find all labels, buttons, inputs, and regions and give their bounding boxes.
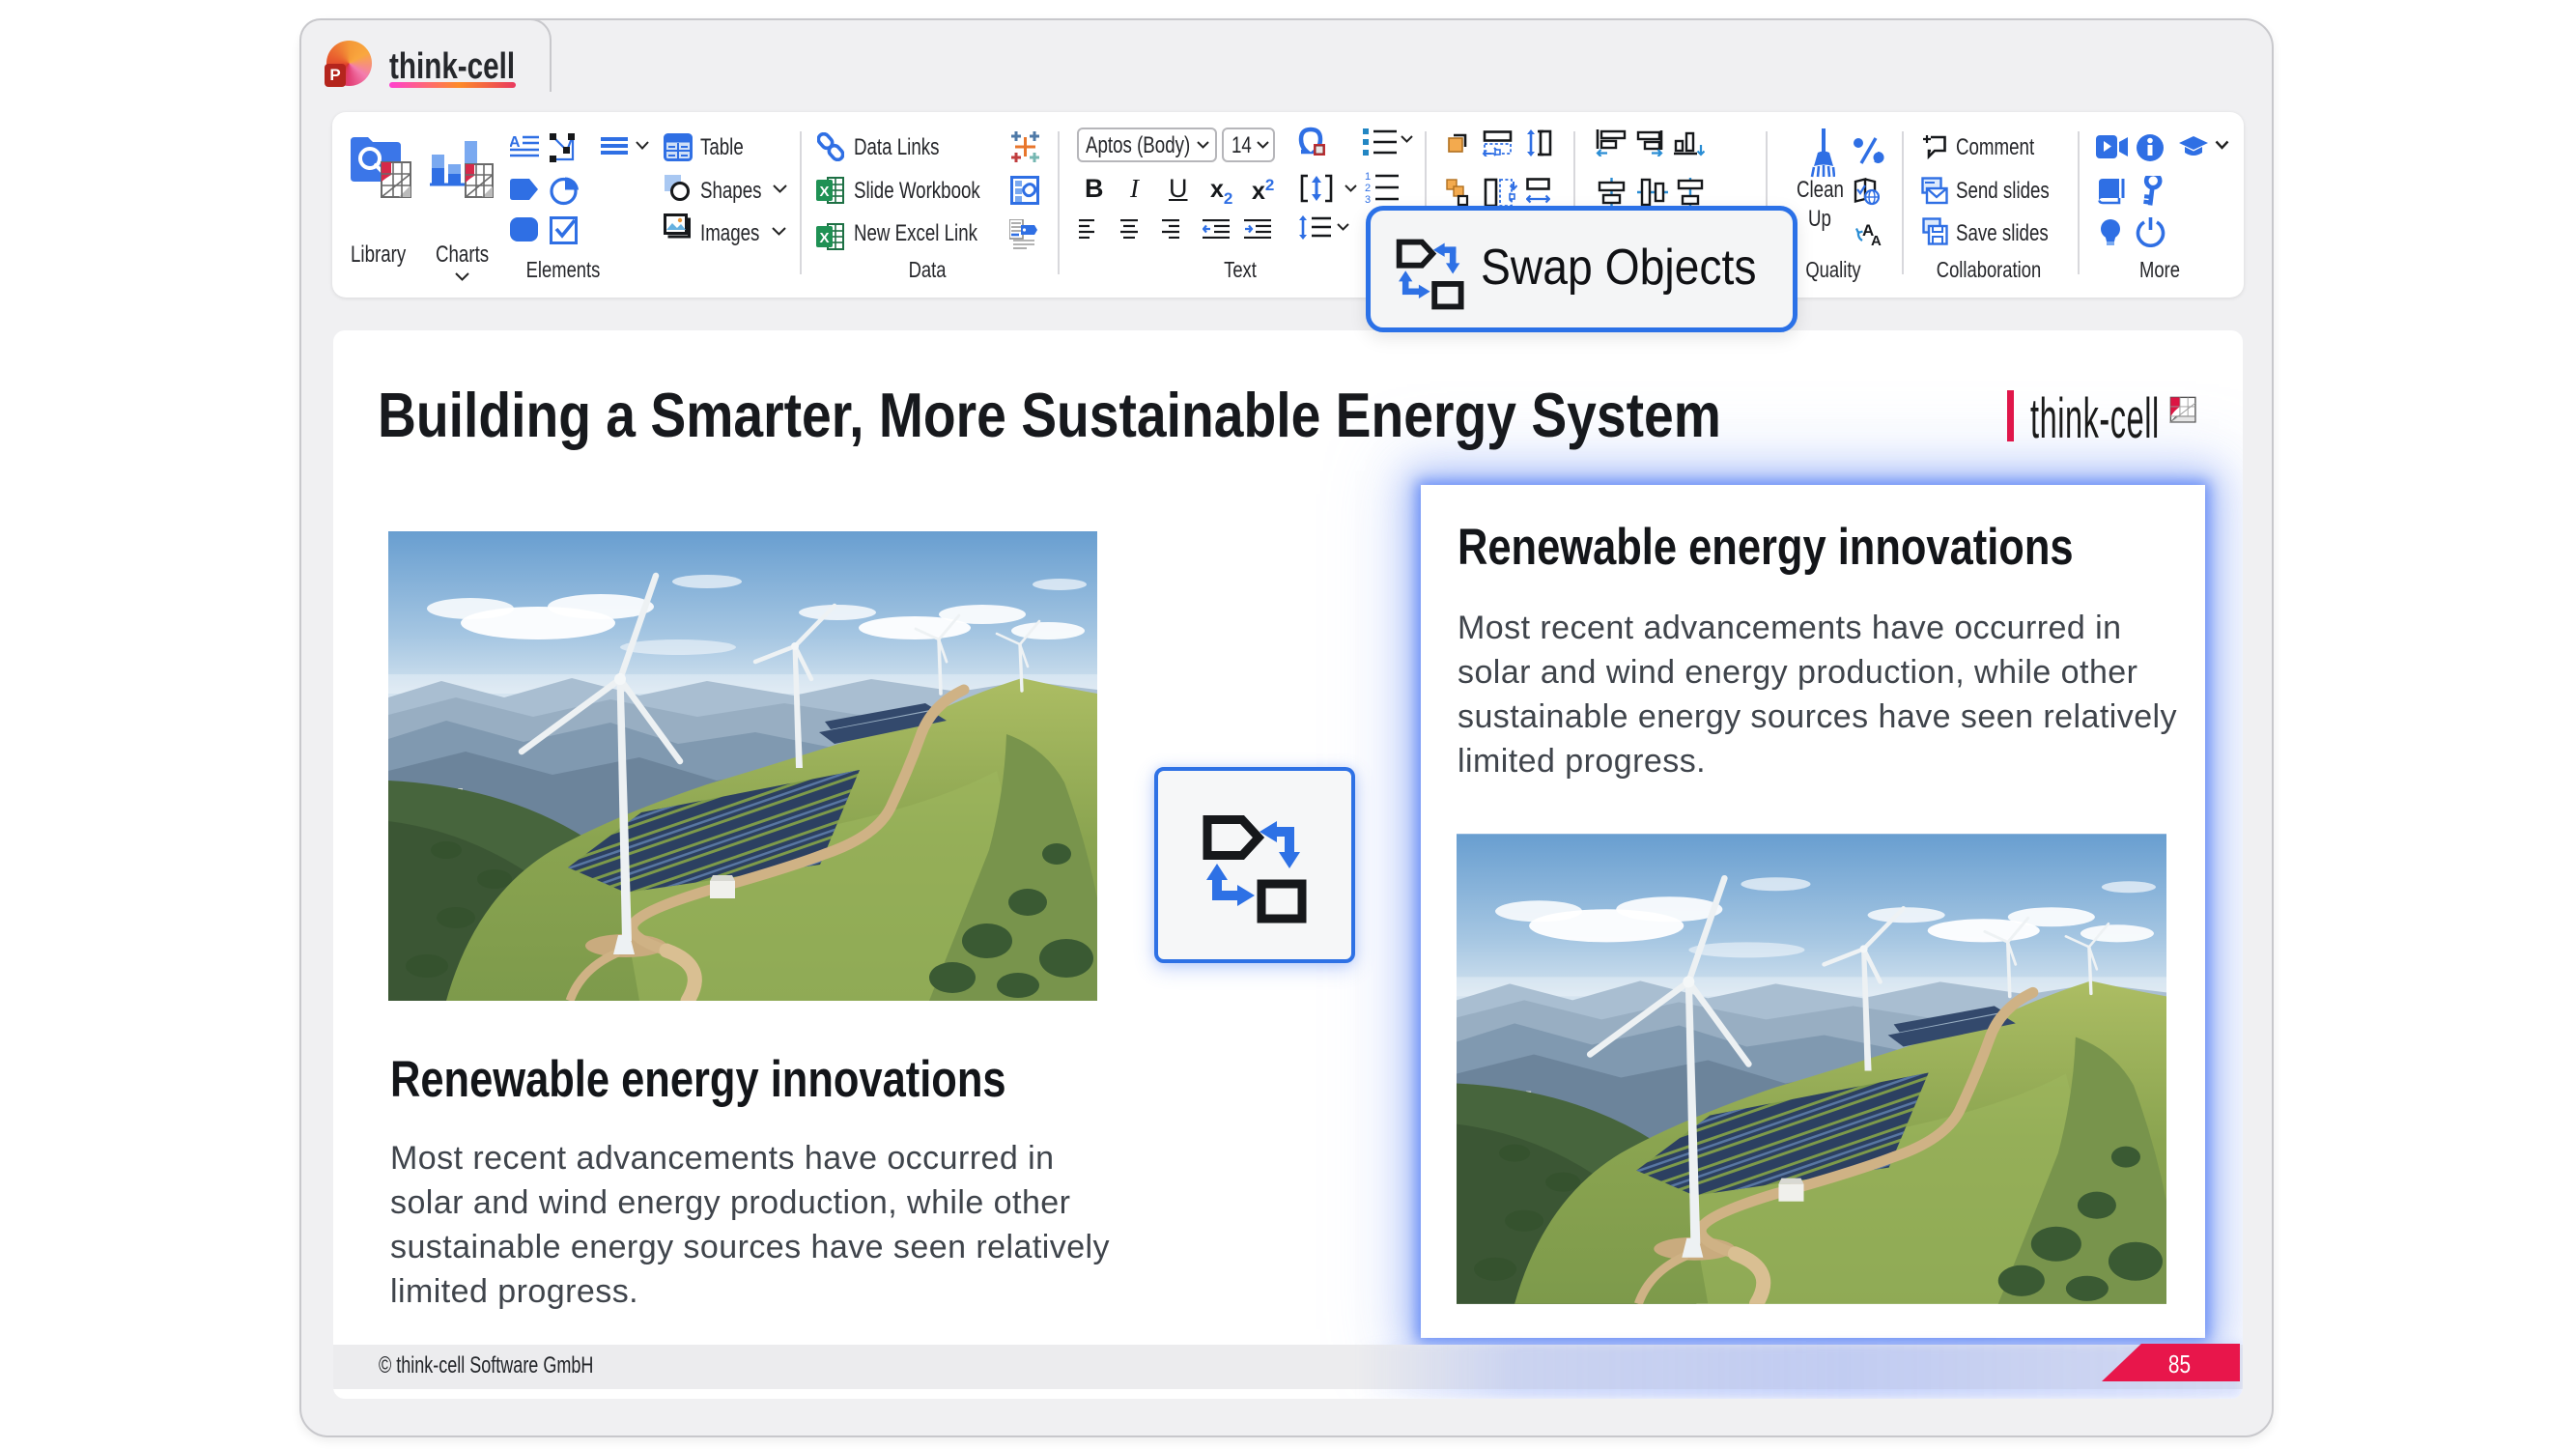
svg-text:X: X	[820, 184, 830, 200]
svg-text:2: 2	[1365, 183, 1371, 194]
svg-text:3: 3	[1365, 194, 1371, 205]
svg-text:A: A	[510, 134, 521, 151]
svg-text:A: A	[1871, 233, 1882, 246]
svg-text:1: 1	[1365, 171, 1371, 183]
svg-text:X: X	[820, 230, 830, 246]
